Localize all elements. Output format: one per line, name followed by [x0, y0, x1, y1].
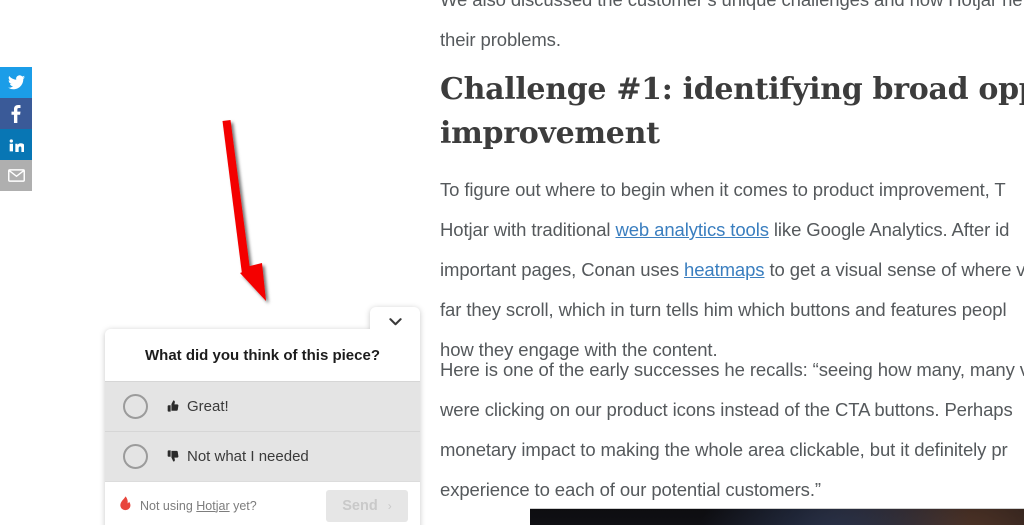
quote-line-2: were clicking on our product icons inste…	[440, 399, 1013, 420]
chevron-right-icon: ›	[387, 498, 392, 513]
feedback-option-label-not-what-i-needed: Not what I needed	[187, 448, 309, 465]
intro-line-1: We also discussed the customer’s unique …	[440, 0, 1023, 20]
body-line-4: far they scroll, which in turn tells him…	[440, 299, 1007, 320]
send-button[interactable]: Send ›	[326, 489, 408, 522]
promo-post: yet?	[229, 498, 257, 513]
body-line-2-post: like Google Analytics. After id	[768, 219, 1010, 240]
link-web-analytics-tools[interactable]: web analytics tools	[615, 219, 768, 240]
promo-pre: Not using	[140, 498, 197, 513]
share-button-twitter[interactable]	[0, 67, 32, 98]
send-button-label: Send	[342, 497, 378, 514]
link-hotjar[interactable]: Hotjar	[196, 499, 229, 513]
feedback-option-not-what-i-needed[interactable]: Not what I needed	[105, 431, 420, 481]
social-share-rail	[0, 67, 32, 191]
facebook-icon	[11, 104, 21, 123]
link-heatmaps[interactable]: heatmaps	[684, 259, 765, 280]
share-button-email[interactable]	[0, 160, 32, 191]
section-heading: Challenge #1: identifying broad opportu …	[440, 68, 1024, 156]
chevron-down-icon	[388, 313, 402, 331]
feedback-option-label-great: Great!	[187, 398, 229, 415]
twitter-icon	[7, 75, 25, 90]
thumbs-up-icon	[166, 399, 180, 415]
intro-line-2: their problems.	[440, 29, 561, 50]
heading-line-1: Challenge #1: identifying broad opportu	[440, 72, 1024, 107]
radio-button-not-what-i-needed[interactable]	[123, 444, 148, 469]
share-button-facebook[interactable]	[0, 98, 32, 129]
quote-line-1: Here is one of the early successes he re…	[440, 359, 1024, 380]
thumbs-down-icon	[166, 449, 180, 465]
hotjar-flame-icon	[119, 495, 132, 516]
share-button-linkedin[interactable]	[0, 129, 32, 160]
body-line-2-pre: Hotjar with traditional	[440, 219, 616, 240]
paragraph-body: To figure out where to begin when it com…	[440, 170, 1024, 370]
body-line-1: To figure out where to begin when it com…	[440, 179, 1006, 200]
body-line-3: important pages, Conan uses heatmaps to …	[440, 250, 1024, 290]
widget-footer: Not using Hotjar yet? Send ›	[105, 481, 420, 525]
widget-question-text: What did you think of this piece?	[105, 329, 420, 381]
quote-line-4: experience to each of our potential cust…	[440, 479, 821, 500]
quote-line-3: monetary impact to making the whole area…	[440, 439, 1008, 460]
paragraph-intro: We also discussed the customer’s unique …	[440, 0, 1023, 60]
body-line-3-post: to get a visual sense of where v	[764, 259, 1024, 280]
widget-footer-promo: Not using Hotjar yet?	[140, 499, 257, 513]
radio-button-great[interactable]	[123, 394, 148, 419]
paragraph-quote: Here is one of the early successes he re…	[440, 350, 1024, 510]
email-icon	[7, 169, 25, 182]
video-thumbnail[interactable]	[530, 508, 1024, 525]
red-down-arrow-annotation	[222, 120, 266, 301]
linkedin-icon	[8, 137, 24, 153]
body-line-3-pre: important pages, Conan uses	[440, 259, 685, 280]
feedback-option-great[interactable]: Great!	[105, 381, 420, 431]
page-root: We also discussed the customer’s unique …	[0, 0, 1024, 525]
heading-line-2: improvement	[440, 116, 660, 151]
widget-body: What did you think of this piece? Great!	[105, 329, 420, 525]
body-line-2: Hotjar with traditional web analytics to…	[440, 210, 1024, 250]
